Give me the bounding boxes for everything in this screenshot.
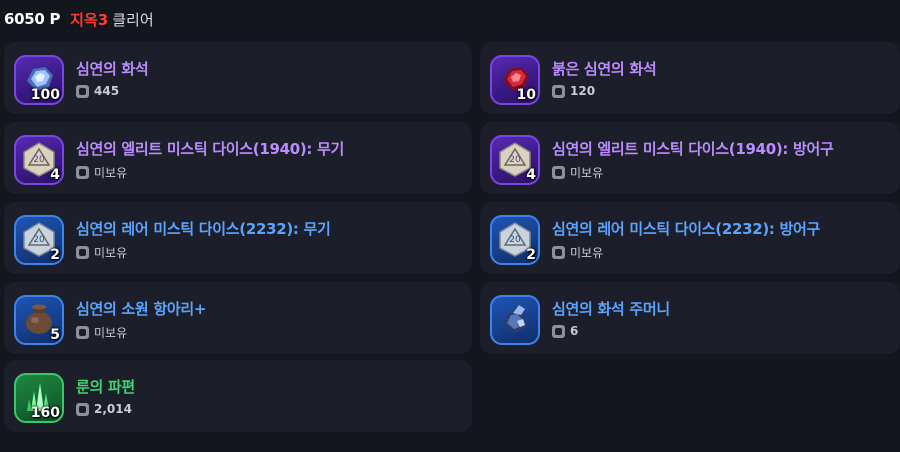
item-name: 심연의 소원 항아리+ <box>76 300 207 318</box>
inventory-icon <box>76 166 89 179</box>
svg-text:20: 20 <box>509 155 521 165</box>
reward-item-card[interactable]: 160 룬의 파편 2,014 <box>4 360 472 432</box>
owned-count: 120 <box>552 84 595 98</box>
item-name: 룬의 파편 <box>76 378 135 396</box>
item-name: 심연의 엘리트 미스틱 다이스(1940): 방어구 <box>552 140 834 158</box>
reward-item-card[interactable]: 20 4 심연의 엘리트 미스틱 다이스(1940): 무기 미보유 <box>4 122 472 194</box>
inventory-icon <box>552 246 565 259</box>
owned-value: 미보유 <box>570 246 604 260</box>
item-name: 심연의 화석 주머니 <box>552 300 670 318</box>
inventory-icon <box>76 84 89 98</box>
reward-item-card[interactable]: 100 심연의 화석 445 <box>4 42 472 114</box>
item-quantity: 5 <box>50 327 60 343</box>
inventory-icon <box>76 326 89 339</box>
item-name: 심연의 레어 미스틱 다이스(2232): 방어구 <box>552 220 821 238</box>
wish-jar-icon: 5 <box>14 295 64 345</box>
rare-dice-icon: 20 2 <box>14 215 64 265</box>
item-name: 붉은 심연의 화석 <box>552 60 657 78</box>
svg-text:20: 20 <box>509 235 521 245</box>
red-abyss-fossil-icon: 10 <box>490 55 540 105</box>
item-name: 심연의 엘리트 미스틱 다이스(1940): 무기 <box>76 140 345 158</box>
rare-dice-icon: 20 2 <box>490 215 540 265</box>
owned-count: 미보유 <box>552 244 603 261</box>
inventory-icon <box>552 84 565 98</box>
item-quantity: 160 <box>30 405 60 421</box>
inventory-icon <box>552 166 565 179</box>
svg-text:20: 20 <box>33 155 45 165</box>
owned-count: 6 <box>552 324 578 338</box>
inventory-icon <box>76 246 89 259</box>
item-quantity: 2 <box>526 247 536 263</box>
points-label: 6050 P <box>4 10 61 28</box>
owned-count: 2,014 <box>76 402 132 416</box>
owned-value: 미보유 <box>94 166 128 180</box>
owned-value: 6 <box>570 324 579 338</box>
reward-item-card[interactable]: 20 2 심연의 레어 미스틱 다이스(2232): 무기 미보유 <box>4 202 472 274</box>
clear-status-label: 클리어 <box>112 10 154 29</box>
reward-item-card[interactable]: 심연의 화석 주머니 6 <box>480 282 900 354</box>
difficulty-label: 지옥3 <box>70 10 109 29</box>
reward-item-card[interactable]: 5 심연의 소원 항아리+ 미보유 <box>4 282 472 354</box>
owned-value: 120 <box>570 84 596 98</box>
item-quantity: 4 <box>50 167 60 183</box>
elite-dice-icon: 20 4 <box>490 135 540 185</box>
reward-item-card[interactable]: 20 4 심연의 엘리트 미스틱 다이스(1940): 방어구 미보유 <box>480 122 900 194</box>
owned-value: 445 <box>94 84 120 98</box>
reward-header: 6050 P 지옥3 클리어 <box>4 8 154 30</box>
abyss-fossil-icon: 100 <box>14 55 64 105</box>
item-quantity: 100 <box>30 87 60 103</box>
owned-value: 2,014 <box>94 402 132 416</box>
rune-shard-icon: 160 <box>14 373 64 423</box>
inventory-icon <box>552 324 565 338</box>
owned-count: 미보유 <box>76 244 127 261</box>
owned-value: 미보유 <box>94 246 128 260</box>
owned-count: 미보유 <box>76 324 127 341</box>
owned-value: 미보유 <box>570 166 604 180</box>
owned-count: 445 <box>76 84 119 98</box>
reward-item-card[interactable]: 20 2 심연의 레어 미스틱 다이스(2232): 방어구 미보유 <box>480 202 900 274</box>
inventory-icon <box>76 402 89 416</box>
item-quantity: 10 <box>516 87 536 103</box>
item-name: 심연의 레어 미스틱 다이스(2232): 무기 <box>76 220 331 238</box>
elite-dice-icon: 20 4 <box>14 135 64 185</box>
svg-text:20: 20 <box>33 235 45 245</box>
item-quantity: 4 <box>526 167 536 183</box>
fossil-pouch-icon <box>490 295 540 345</box>
item-quantity: 2 <box>50 247 60 263</box>
item-name: 심연의 화석 <box>76 60 149 78</box>
owned-count: 미보유 <box>552 164 603 181</box>
owned-value: 미보유 <box>94 326 128 340</box>
owned-count: 미보유 <box>76 164 127 181</box>
reward-item-card[interactable]: 10 붉은 심연의 화석 120 <box>480 42 900 114</box>
